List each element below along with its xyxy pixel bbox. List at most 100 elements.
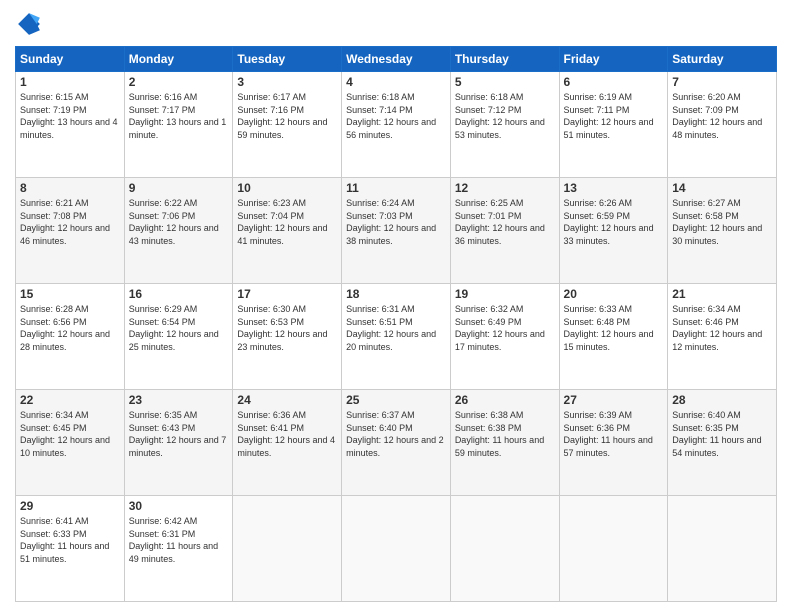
calendar-cell (668, 496, 777, 602)
calendar-cell: 8 Sunrise: 6:21 AMSunset: 7:08 PMDaylight… (16, 178, 125, 284)
calendar-cell: 28Sunrise: 6:40 AMSunset: 6:35 PMDayligh… (668, 390, 777, 496)
day-detail: Sunrise: 6:16 AMSunset: 7:17 PMDaylight:… (129, 91, 229, 141)
calendar-cell: 3 Sunrise: 6:17 AMSunset: 7:16 PMDaylight… (233, 72, 342, 178)
day-number: 8 (20, 181, 120, 195)
day-detail: Sunrise: 6:31 AMSunset: 6:51 PMDaylight:… (346, 303, 446, 353)
day-detail: Sunrise: 6:30 AMSunset: 6:53 PMDaylight:… (237, 303, 337, 353)
calendar-week-3: 15 Sunrise: 6:28 AMSunset: 6:56 PMDayligh… (16, 284, 777, 390)
day-detail: Sunrise: 6:29 AMSunset: 6:54 PMDaylight:… (129, 303, 229, 353)
calendar-cell: 15 Sunrise: 6:28 AMSunset: 6:56 PMDayligh… (16, 284, 125, 390)
day-number: 14 (672, 181, 772, 195)
day-detail: Sunrise: 6:17 AMSunset: 7:16 PMDaylight:… (237, 91, 337, 141)
weekday-header-row: SundayMondayTuesdayWednesdayThursdayFrid… (16, 47, 777, 72)
day-detail: Sunrise: 6:36 AMSunset: 6:41 PMDaylight:… (237, 409, 337, 459)
day-number: 1 (20, 75, 120, 89)
calendar-week-5: 29 Sunrise: 6:41 AMSunset: 6:33 PMDayligh… (16, 496, 777, 602)
calendar-cell: 2 Sunrise: 6:16 AMSunset: 7:17 PMDaylight… (124, 72, 233, 178)
calendar-cell (342, 496, 451, 602)
day-detail: Sunrise: 6:18 AMSunset: 7:14 PMDaylight:… (346, 91, 446, 141)
day-number: 9 (129, 181, 229, 195)
calendar-cell: 20Sunrise: 6:33 AMSunset: 6:48 PMDayligh… (559, 284, 668, 390)
day-number: 2 (129, 75, 229, 89)
day-number: 3 (237, 75, 337, 89)
day-detail: Sunrise: 6:23 AMSunset: 7:04 PMDaylight:… (237, 197, 337, 247)
calendar-cell (559, 496, 668, 602)
day-number: 25 (346, 393, 446, 407)
day-number: 19 (455, 287, 555, 301)
calendar-cell: 23 Sunrise: 6:35 AMSunset: 6:43 PMDayligh… (124, 390, 233, 496)
day-detail: Sunrise: 6:39 AMSunset: 6:36 PMDaylight:… (564, 409, 664, 459)
day-detail: Sunrise: 6:34 AMSunset: 6:45 PMDaylight:… (20, 409, 120, 459)
weekday-header-thursday: Thursday (450, 47, 559, 72)
day-number: 23 (129, 393, 229, 407)
day-number: 29 (20, 499, 120, 513)
day-number: 30 (129, 499, 229, 513)
day-number: 18 (346, 287, 446, 301)
day-number: 15 (20, 287, 120, 301)
header (15, 10, 777, 38)
day-detail: Sunrise: 6:38 AMSunset: 6:38 PMDaylight:… (455, 409, 555, 459)
calendar-week-4: 22 Sunrise: 6:34 AMSunset: 6:45 PMDayligh… (16, 390, 777, 496)
weekday-header-wednesday: Wednesday (342, 47, 451, 72)
day-number: 12 (455, 181, 555, 195)
day-number: 4 (346, 75, 446, 89)
calendar-cell: 30Sunrise: 6:42 AMSunset: 6:31 PMDayligh… (124, 496, 233, 602)
calendar-cell: 29 Sunrise: 6:41 AMSunset: 6:33 PMDayligh… (16, 496, 125, 602)
calendar-cell: 13 Sunrise: 6:26 AMSunset: 6:59 PMDayligh… (559, 178, 668, 284)
day-number: 10 (237, 181, 337, 195)
day-detail: Sunrise: 6:41 AMSunset: 6:33 PMDaylight:… (20, 515, 120, 565)
day-number: 26 (455, 393, 555, 407)
day-number: 7 (672, 75, 772, 89)
day-detail: Sunrise: 6:33 AMSunset: 6:48 PMDaylight:… (564, 303, 664, 353)
calendar-cell: 5Sunrise: 6:18 AMSunset: 7:12 PMDaylight… (450, 72, 559, 178)
calendar-cell: 14Sunrise: 6:27 AMSunset: 6:58 PMDayligh… (668, 178, 777, 284)
day-detail: Sunrise: 6:25 AMSunset: 7:01 PMDaylight:… (455, 197, 555, 247)
calendar-cell: 19 Sunrise: 6:32 AMSunset: 6:49 PMDayligh… (450, 284, 559, 390)
calendar-cell: 1 Sunrise: 6:15 AMSunset: 7:19 PMDaylight… (16, 72, 125, 178)
calendar-cell: 22 Sunrise: 6:34 AMSunset: 6:45 PMDayligh… (16, 390, 125, 496)
weekday-header-friday: Friday (559, 47, 668, 72)
day-detail: Sunrise: 6:24 AMSunset: 7:03 PMDaylight:… (346, 197, 446, 247)
day-detail: Sunrise: 6:15 AMSunset: 7:19 PMDaylight:… (20, 91, 120, 141)
calendar-table: SundayMondayTuesdayWednesdayThursdayFrid… (15, 46, 777, 602)
day-detail: Sunrise: 6:18 AMSunset: 7:12 PMDaylight:… (455, 91, 555, 141)
calendar-cell: 7 Sunrise: 6:20 AMSunset: 7:09 PMDaylight… (668, 72, 777, 178)
day-detail: Sunrise: 6:21 AMSunset: 7:08 PMDaylight:… (20, 197, 120, 247)
day-number: 11 (346, 181, 446, 195)
calendar-cell: 26 Sunrise: 6:38 AMSunset: 6:38 PMDayligh… (450, 390, 559, 496)
calendar-cell: 12 Sunrise: 6:25 AMSunset: 7:01 PMDayligh… (450, 178, 559, 284)
calendar-cell: 6 Sunrise: 6:19 AMSunset: 7:11 PMDaylight… (559, 72, 668, 178)
calendar-cell: 27 Sunrise: 6:39 AMSunset: 6:36 PMDayligh… (559, 390, 668, 496)
calendar-cell: 18 Sunrise: 6:31 AMSunset: 6:51 PMDayligh… (342, 284, 451, 390)
day-detail: Sunrise: 6:32 AMSunset: 6:49 PMDaylight:… (455, 303, 555, 353)
calendar-cell: 10 Sunrise: 6:23 AMSunset: 7:04 PMDayligh… (233, 178, 342, 284)
day-detail: Sunrise: 6:37 AMSunset: 6:40 PMDaylight:… (346, 409, 446, 459)
day-detail: Sunrise: 6:35 AMSunset: 6:43 PMDaylight:… (129, 409, 229, 459)
day-number: 17 (237, 287, 337, 301)
weekday-header-saturday: Saturday (668, 47, 777, 72)
weekday-header-sunday: Sunday (16, 47, 125, 72)
calendar-cell: 17 Sunrise: 6:30 AMSunset: 6:53 PMDayligh… (233, 284, 342, 390)
day-number: 22 (20, 393, 120, 407)
calendar-cell: 16 Sunrise: 6:29 AMSunset: 6:54 PMDayligh… (124, 284, 233, 390)
day-detail: Sunrise: 6:28 AMSunset: 6:56 PMDaylight:… (20, 303, 120, 353)
day-number: 24 (237, 393, 337, 407)
logo-icon (15, 10, 43, 38)
day-detail: Sunrise: 6:19 AMSunset: 7:11 PMDaylight:… (564, 91, 664, 141)
weekday-header-monday: Monday (124, 47, 233, 72)
day-detail: Sunrise: 6:26 AMSunset: 6:59 PMDaylight:… (564, 197, 664, 247)
day-number: 28 (672, 393, 772, 407)
day-detail: Sunrise: 6:22 AMSunset: 7:06 PMDaylight:… (129, 197, 229, 247)
day-number: 27 (564, 393, 664, 407)
calendar-cell: 9 Sunrise: 6:22 AMSunset: 7:06 PMDaylight… (124, 178, 233, 284)
calendar-week-2: 8 Sunrise: 6:21 AMSunset: 7:08 PMDaylight… (16, 178, 777, 284)
logo (15, 10, 47, 38)
calendar-cell: 25 Sunrise: 6:37 AMSunset: 6:40 PMDayligh… (342, 390, 451, 496)
day-number: 16 (129, 287, 229, 301)
day-detail: Sunrise: 6:20 AMSunset: 7:09 PMDaylight:… (672, 91, 772, 141)
day-detail: Sunrise: 6:34 AMSunset: 6:46 PMDaylight:… (672, 303, 772, 353)
day-number: 13 (564, 181, 664, 195)
day-number: 6 (564, 75, 664, 89)
day-number: 21 (672, 287, 772, 301)
page: SundayMondayTuesdayWednesdayThursdayFrid… (0, 0, 792, 612)
